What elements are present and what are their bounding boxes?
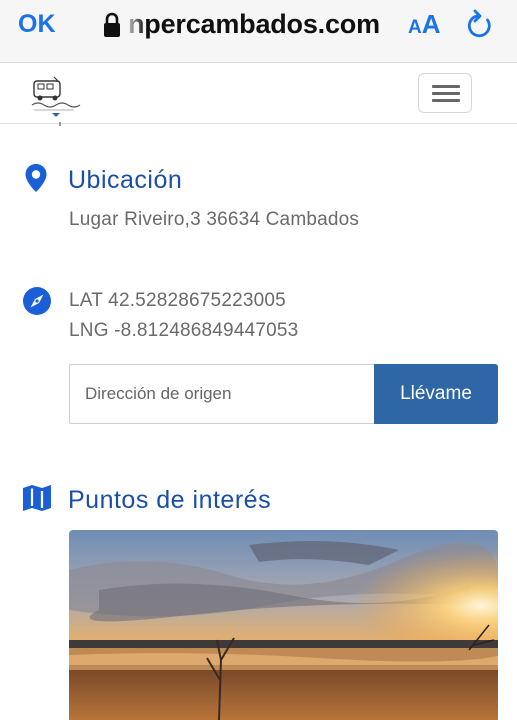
menu-toggle-button[interactable] [418, 73, 472, 113]
poi-photo[interactable] [69, 530, 498, 720]
text-size-large-label: A [421, 9, 441, 39]
compass-icon [23, 287, 51, 315]
hamburger-icon-bar-bottom [432, 99, 460, 102]
coordinates-latitude: LAT 42.52828675223005 [69, 290, 286, 311]
map-icon [23, 485, 51, 511]
reload-icon[interactable] [465, 9, 495, 41]
poi-title: Puntos de interés [68, 486, 272, 514]
hamburger-icon-bar-middle [432, 92, 460, 95]
map-pin-icon [25, 164, 47, 192]
site-logo[interactable] [30, 75, 84, 119]
hamburger-icon-bar-top [432, 85, 460, 88]
location-title: Ubicación [68, 166, 183, 194]
text-size-small-label: A [408, 17, 422, 38]
browser-toolbar: OK npercambados.com AA [0, 0, 517, 63]
location-address: Lugar Riveiro,3 36634 Cambados [69, 209, 360, 230]
sunset-beach-image [69, 530, 498, 720]
url-display[interactable]: npercambados.com [128, 9, 380, 40]
text-size-button[interactable]: AA [408, 9, 441, 40]
take-me-button[interactable]: Llévame [374, 364, 498, 424]
origin-address-input[interactable] [69, 364, 375, 424]
done-button[interactable]: OK [18, 10, 56, 39]
site-header [0, 63, 517, 124]
divider-tick [59, 122, 61, 126]
coordinates-longitude: LNG -8.812486849447053 [69, 320, 299, 341]
lock-icon [104, 12, 120, 37]
url-fade [122, 8, 146, 42]
